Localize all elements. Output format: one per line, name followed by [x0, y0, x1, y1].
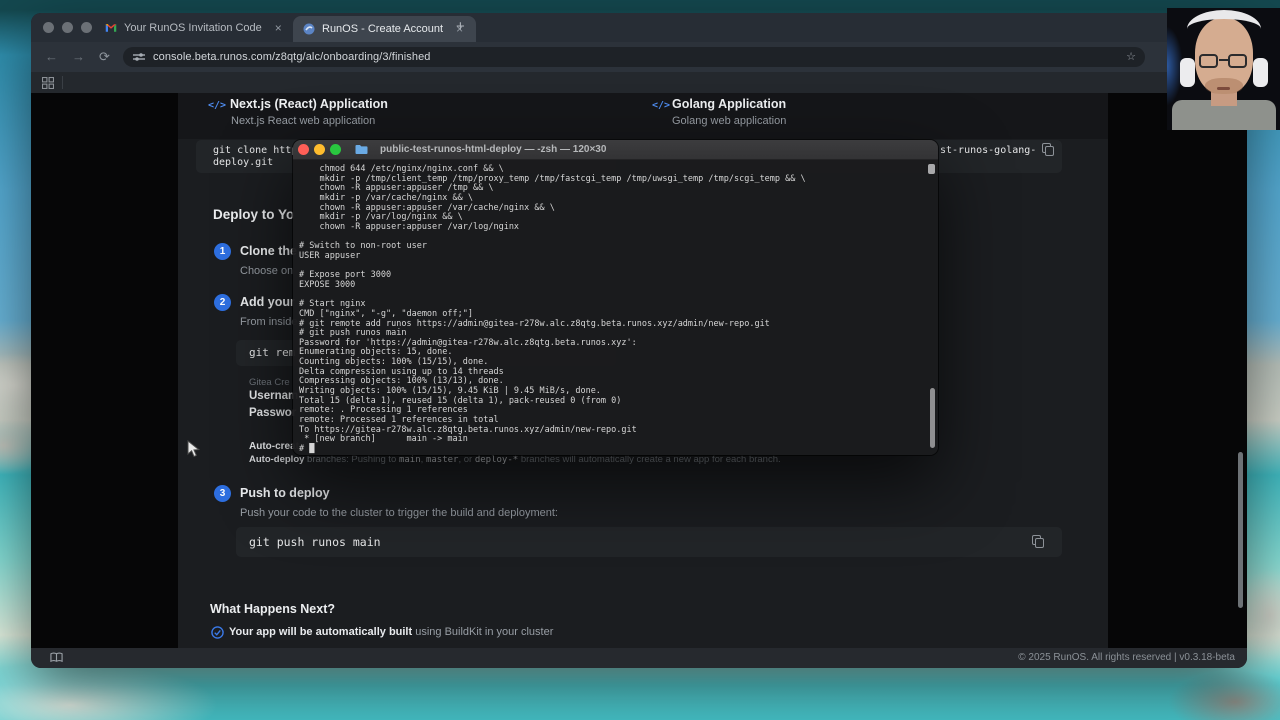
new-tab-button[interactable]: + — [456, 18, 465, 35]
divider — [62, 76, 63, 89]
window-close-button[interactable] — [43, 22, 54, 33]
folder-icon — [355, 145, 368, 154]
mouse-cursor — [187, 440, 201, 458]
copyright-text: © 2025 RunOS. All rights reserved | v0.3… — [1018, 652, 1235, 663]
step-2-title: Add your — [240, 295, 295, 309]
page-footer: © 2025 RunOS. All rights reserved | v0.3… — [31, 648, 1247, 668]
runos-favicon — [303, 23, 315, 35]
apps-grid-icon[interactable] — [42, 77, 54, 89]
person-glasses-left — [1199, 54, 1218, 68]
window-minimize-button[interactable] — [62, 22, 73, 33]
step-1-title: Clone the — [240, 244, 297, 258]
tab-close-icon[interactable]: × — [275, 21, 282, 35]
step-2-badge: 2 — [214, 294, 231, 311]
step-2-desc: From inside — [240, 316, 298, 328]
webcam-overlay — [1167, 8, 1280, 130]
step-3-title: Push to deploy — [240, 486, 330, 500]
auto-create-label: Auto-creat — [249, 441, 300, 452]
terminal-scrollbar[interactable] — [930, 388, 935, 448]
person-beard — [1205, 78, 1243, 94]
url-text: console.beta.runos.com/z8qtg/alc/onboard… — [153, 51, 431, 63]
tab-strip-secondary — [31, 72, 1247, 93]
window-zoom-button[interactable] — [81, 22, 92, 33]
terminal-title-bar[interactable]: public-test-runos-html-deploy — -zsh — 1… — [293, 140, 938, 160]
snippet-fragment: st-runos-golang- — [940, 145, 1037, 156]
template-nextjs-subtitle: Next.js React web application — [231, 115, 376, 127]
reading-list-book-icon[interactable] — [50, 652, 63, 663]
username-label: Usernam — [249, 390, 299, 402]
browser-toolbar: ← → ⟳ console.beta.runos.com/z8qtg/alc/o… — [31, 42, 1247, 72]
tab-invitation-code[interactable]: Your RunOS Invitation Code × — [105, 13, 282, 42]
address-bar[interactable]: console.beta.runos.com/z8qtg/alc/onboard… — [123, 47, 1145, 67]
headphones-left-cup — [1180, 58, 1195, 87]
person-glasses-bridge — [1219, 59, 1229, 61]
terminal-output-area[interactable]: chmod 644 /etc/nginx/nginx.conf && \ mkd… — [293, 160, 938, 455]
browser-tab-bar: Your RunOS Invitation Code × RunOS - Cre… — [31, 13, 1247, 42]
template-nextjs-title[interactable]: Next.js (React) Application — [230, 97, 388, 111]
step-1-badge: 1 — [214, 243, 231, 260]
forward-icon[interactable]: → — [72, 49, 85, 64]
screen: Your RunOS Invitation Code × RunOS - Cre… — [0, 0, 1280, 720]
auto-deploy-label: Auto-deploy — [249, 454, 305, 465]
git-push-snippet[interactable]: git push runos main — [236, 527, 1062, 557]
password-label: Passwor — [249, 407, 297, 419]
page-scrollbar[interactable] — [1238, 452, 1243, 608]
terminal-zoom-button[interactable] — [330, 144, 341, 155]
terminal-minimize-button[interactable] — [314, 144, 325, 155]
gmail-icon — [105, 23, 117, 32]
step-3-badge: 3 — [214, 485, 231, 502]
check-circle-icon — [211, 626, 224, 639]
template-golang-title[interactable]: Golang Application — [672, 97, 786, 111]
terminal-title: public-test-runos-html-deploy — -zsh — 1… — [380, 144, 607, 155]
terminal-close-button[interactable] — [298, 144, 309, 155]
terminal-output: chmod 644 /etc/nginx/nginx.conf && \ mkd… — [299, 164, 806, 455]
copy-icon[interactable] — [1042, 143, 1054, 156]
code-icon: </> — [652, 100, 671, 111]
person-mouth — [1217, 87, 1230, 90]
gitea-credentials-label: Gitea Cre — [249, 377, 290, 388]
template-golang-subtitle: Golang web application — [672, 115, 787, 127]
headphones-band — [1187, 10, 1261, 48]
back-icon[interactable]: ← — [45, 49, 58, 64]
person-glasses-right — [1228, 54, 1247, 68]
terminal-scroll-marker — [928, 164, 935, 174]
copy-icon[interactable] — [1032, 535, 1044, 548]
tab-runos-create-account[interactable]: RunOS - Create Account × — [293, 16, 476, 42]
step-3-desc: Push your code to the cluster to trigger… — [240, 507, 558, 519]
step-1-desc: Choose on — [240, 265, 294, 277]
code-icon: </> — [208, 100, 227, 111]
site-settings-icon[interactable] — [133, 52, 145, 62]
tab-label: Your RunOS Invitation Code — [124, 21, 262, 34]
next-item: Your app will be automatically built usi… — [229, 626, 554, 638]
auto-deploy-note: Auto-deploy branches: Pushing to main, m… — [249, 454, 781, 465]
bookmark-star-icon[interactable]: ☆ — [1126, 50, 1136, 63]
tab-label: RunOS - Create Account — [322, 23, 444, 35]
next-heading: What Happens Next? — [210, 602, 336, 616]
reload-icon[interactable]: ⟳ — [99, 49, 110, 65]
headphones-right-cup — [1253, 58, 1268, 87]
terminal-window[interactable]: public-test-runos-html-deploy — -zsh — 1… — [293, 140, 938, 455]
deploy-heading: Deploy to Yo — [213, 207, 295, 222]
